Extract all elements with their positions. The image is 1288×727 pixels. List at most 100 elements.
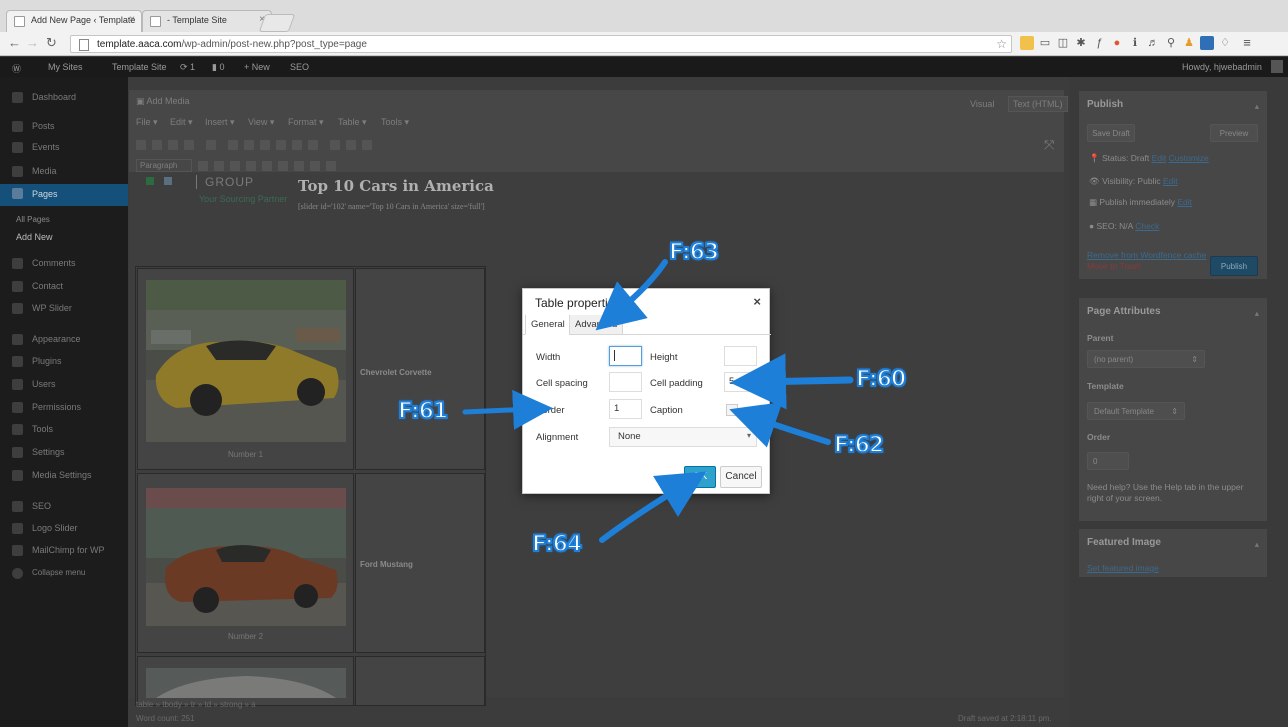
sidebar-item-permissions[interactable]: Permissions <box>0 398 128 418</box>
extension-icon[interactable]: ● <box>1110 36 1124 50</box>
sidebar-item-wp-slider[interactable]: WP Slider <box>0 299 128 319</box>
blockquote-icon[interactable] <box>168 140 178 150</box>
align-center-icon[interactable] <box>244 140 254 150</box>
italic-icon[interactable] <box>152 140 162 150</box>
table-cell[interactable] <box>355 656 485 706</box>
height-input[interactable] <box>724 346 757 366</box>
tab-general[interactable]: General <box>525 315 571 335</box>
add-media-button[interactable]: ▣ Add Media <box>136 96 190 107</box>
paragraph-select[interactable]: Paragraph <box>136 159 192 172</box>
admin-bar-seo[interactable]: SEO <box>290 62 309 72</box>
link-icon[interactable] <box>276 140 286 150</box>
extension-icon[interactable] <box>1020 36 1034 50</box>
sidebar-item-media-settings[interactable]: Media Settings <box>0 466 128 486</box>
tab-visual[interactable]: Visual <box>970 99 994 109</box>
cancel-button[interactable]: Cancel <box>720 466 762 488</box>
sidebar-item-dashboard[interactable]: Dashboard <box>0 88 128 108</box>
underline-icon[interactable] <box>198 161 208 171</box>
cell-padding-input[interactable]: 5 <box>724 372 757 392</box>
kitchen-sink-icon[interactable] <box>362 140 372 150</box>
car-name-link[interactable]: Chevrolet Corvette <box>360 368 432 377</box>
sidebar-item-tools[interactable]: Tools <box>0 420 128 440</box>
admin-bar-site[interactable]: Template Site <box>100 62 167 72</box>
sidebar-item-users[interactable]: Users <box>0 375 128 395</box>
unlink-icon[interactable] <box>292 140 302 150</box>
admin-bar-updates[interactable]: ⟳ 1 <box>180 62 195 73</box>
outdent-icon[interactable] <box>294 161 304 171</box>
order-input[interactable]: 0 <box>1087 452 1129 470</box>
alignment-select[interactable]: None ▾ <box>609 427 757 447</box>
extension-icon[interactable]: ♟ <box>1182 36 1196 50</box>
menu-icon[interactable]: ≡ <box>1240 36 1254 50</box>
sidebar-item-appearance[interactable]: Appearance <box>0 330 128 350</box>
numbered-list-icon[interactable] <box>206 140 216 150</box>
menu-insert[interactable]: Insert ▾ <box>205 117 235 128</box>
bullet-list-icon[interactable] <box>184 140 194 150</box>
special-char-icon[interactable] <box>278 161 288 171</box>
menu-table[interactable]: Table ▾ <box>338 117 367 128</box>
sidebar-subitem-add-new[interactable]: Add New <box>0 228 128 248</box>
help-icon[interactable] <box>326 161 336 171</box>
status-customize-link[interactable]: Customize <box>1169 153 1209 163</box>
extension-icon[interactable]: ⚲ <box>1164 36 1178 50</box>
gear-icon[interactable]: ✱ <box>1074 36 1088 50</box>
sidebar-collapse-menu[interactable]: Collapse menu <box>0 564 128 584</box>
fullscreen-icon[interactable]: ⤧ <box>1044 137 1054 153</box>
admin-bar-comments[interactable]: ▮ 0 <box>212 62 224 73</box>
sidebar-item-posts[interactable]: Posts <box>0 117 128 137</box>
car-name-link[interactable]: Ford Mustang <box>360 560 413 569</box>
extension-icon[interactable] <box>1200 36 1214 50</box>
menu-edit[interactable]: Edit ▾ <box>170 117 193 128</box>
new-tab-button[interactable] <box>258 14 296 32</box>
justify-icon[interactable] <box>214 161 224 171</box>
paste-text-icon[interactable] <box>246 161 256 171</box>
width-input[interactable] <box>609 346 642 366</box>
toggle-arrow-icon[interactable]: ▴ <box>1255 101 1259 112</box>
menu-format[interactable]: Format ▾ <box>288 117 324 128</box>
sidebar-item-plugins[interactable]: Plugins <box>0 352 128 372</box>
border-input[interactable]: 1 <box>609 399 642 419</box>
sidebar-item-comments[interactable]: Comments <box>0 254 128 274</box>
extension-icon[interactable]: ♢ <box>1218 36 1232 50</box>
template-select[interactable]: Default Template ⇕ <box>1087 402 1185 420</box>
sidebar-item-settings[interactable]: Settings <box>0 443 128 463</box>
sidebar-item-mailchimp[interactable]: MailChimp for WP <box>0 541 128 561</box>
tab-advanced[interactable]: Advanced <box>569 315 624 335</box>
clear-format-icon[interactable] <box>262 161 272 171</box>
extension-icon[interactable]: ▭ <box>1038 36 1052 50</box>
extension-icon[interactable]: ℹ <box>1128 36 1142 50</box>
extension-icon[interactable]: ◫ <box>1056 36 1070 50</box>
move-to-trash-link[interactable]: Move to Trash <box>1087 261 1141 271</box>
extension-icon[interactable]: ♬ <box>1146 36 1160 50</box>
publish-button[interactable]: Publish <box>1210 256 1258 276</box>
sidebar-item-contact[interactable]: Contact <box>0 277 128 297</box>
forward-icon[interactable]: → <box>26 35 39 50</box>
reload-icon[interactable]: ↻ <box>46 35 57 51</box>
table-icon[interactable] <box>308 140 318 150</box>
preview-button[interactable]: Preview <box>1210 124 1258 142</box>
close-icon[interactable]: × <box>129 14 135 25</box>
close-icon[interactable]: × <box>753 294 761 309</box>
sidebar-item-pages[interactable]: Pages <box>0 184 128 206</box>
remove-cache-link[interactable]: Remove from Wordfence cache <box>1087 250 1206 260</box>
menu-view[interactable]: View ▾ <box>248 117 274 128</box>
toggle-arrow-icon[interactable]: ▴ <box>1255 539 1259 550</box>
menu-tools[interactable]: Tools ▾ <box>381 117 409 128</box>
browser-tab[interactable]: - Template Site × <box>142 10 272 32</box>
tab-text-html[interactable]: Text (HTML) <box>1008 96 1068 112</box>
visibility-edit-link[interactable]: Edit <box>1163 176 1178 186</box>
avatar[interactable] <box>1271 60 1283 73</box>
browser-tab-active[interactable]: Add New Page ‹ Template × <box>6 10 142 32</box>
sidebar-item-seo[interactable]: SEO <box>0 497 128 517</box>
sidebar-item-events[interactable]: Events <box>0 138 128 158</box>
back-icon[interactable]: ← <box>8 35 21 50</box>
status-edit-link[interactable]: Edit <box>1152 153 1167 163</box>
ok-button[interactable]: OK <box>684 466 716 488</box>
sidebar-item-media[interactable]: Media <box>0 162 128 182</box>
save-draft-button[interactable]: Save Draft <box>1087 124 1135 142</box>
sidebar-item-logo-slider[interactable]: Logo Slider <box>0 519 128 539</box>
bookmark-star-icon[interactable]: ☆ <box>996 37 1007 51</box>
align-right-icon[interactable] <box>260 140 270 150</box>
set-featured-image-link[interactable]: Set featured image <box>1087 563 1159 573</box>
extension-icon[interactable]: ƒ <box>1092 36 1106 50</box>
